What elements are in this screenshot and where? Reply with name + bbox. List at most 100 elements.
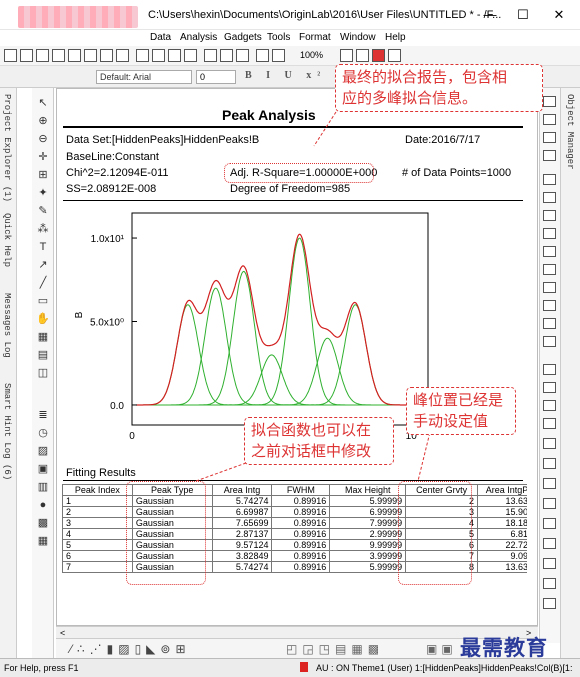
colormap-icon[interactable]: ▨ [36, 444, 50, 458]
marker-icon[interactable] [543, 558, 556, 569]
rescale-icon[interactable] [543, 114, 556, 125]
layer-icon[interactable] [543, 96, 556, 107]
status-flag-icon [300, 662, 308, 672]
line-tool-icon[interactable]: ╱ [36, 276, 50, 290]
merge-icon[interactable] [543, 174, 556, 185]
draw-data-icon[interactable]: ✎ [36, 204, 50, 218]
tab-quick-help[interactable]: Quick Help [2, 213, 12, 267]
minimize-button[interactable]: — [475, 6, 505, 24]
copy-format-icon[interactable] [543, 438, 556, 449]
same-width-icon[interactable] [543, 336, 556, 347]
open-icon[interactable] [136, 49, 149, 62]
scroll-left-icon[interactable]: < [60, 628, 65, 638]
slide-icon[interactable] [543, 518, 556, 529]
add-layer-icon[interactable]: ◫ [36, 366, 50, 380]
fit-function-annotation: 拟合函数也可以在 之前对话框中修改 [244, 417, 394, 465]
align-left-icon[interactable] [543, 246, 556, 257]
menu-window[interactable]: Window [340, 32, 376, 43]
plot-misc-icons[interactable]: ▣▣ [426, 642, 457, 656]
image-icon[interactable]: ▩ [36, 516, 50, 530]
save-icon[interactable] [168, 49, 181, 62]
image-export-icon[interactable] [543, 598, 556, 609]
font-size-select[interactable]: 0 [196, 70, 236, 84]
tab-smart-hint-log[interactable]: Smart Hint Log (6) [2, 383, 12, 480]
data-reader-icon[interactable]: ⊞ [36, 168, 50, 182]
settings-icon[interactable] [543, 132, 556, 143]
paste-format-icon[interactable] [543, 458, 556, 469]
close-button[interactable]: ✕ [544, 6, 574, 24]
graph-toolbar [539, 88, 560, 643]
menu-analysis[interactable]: Analysis [180, 32, 217, 43]
menu-tools[interactable]: Tools [267, 32, 290, 43]
data-selector-icon[interactable]: ✦ [36, 186, 50, 200]
code-builder-icon[interactable] [388, 49, 401, 62]
inset-icon[interactable] [543, 538, 556, 549]
open-template-icon[interactable] [152, 49, 165, 62]
align-bottom-icon[interactable] [543, 300, 556, 311]
front-icon[interactable] [543, 364, 556, 375]
distribute-icon[interactable] [543, 318, 556, 329]
batch-icon[interactable] [272, 49, 285, 62]
zoom-out-icon[interactable]: ⊖ [36, 132, 50, 146]
maximize-button[interactable]: ☐ [508, 6, 538, 24]
group-icon[interactable] [543, 400, 556, 411]
panel-icon[interactable] [543, 228, 556, 239]
save-template-icon[interactable] [184, 49, 197, 62]
new-notes-icon[interactable] [100, 49, 113, 62]
sheet-icon[interactable]: ▥ [36, 480, 50, 494]
new-project-icon[interactable] [4, 49, 17, 62]
tab-messages-log[interactable]: Messages Log [2, 293, 12, 358]
hand-icon[interactable]: ✋ [36, 312, 50, 326]
grid-icon[interactable] [543, 210, 556, 221]
tab-object-manager[interactable]: Object Manager [565, 94, 575, 170]
export-icon[interactable] [356, 49, 369, 62]
zoom-level[interactable]: 100% [300, 50, 323, 60]
equation-icon[interactable]: ▣ [36, 462, 50, 476]
rectangle-tool-icon[interactable]: ▭ [36, 294, 50, 308]
pointer-icon[interactable]: ↖ [36, 96, 50, 110]
menu-help[interactable]: Help [385, 32, 406, 43]
arrange-icon[interactable] [543, 192, 556, 203]
screen-reader-icon[interactable]: ✛ [36, 150, 50, 164]
plot-3d-icons[interactable]: ◰◲◳▤▦▩ [286, 642, 384, 656]
pen-icon[interactable] [543, 150, 556, 161]
text-tool-icon[interactable]: T [36, 240, 50, 254]
new-excel-icon[interactable] [116, 49, 129, 62]
import-icon[interactable] [204, 49, 217, 62]
status-help-text: For Help, press F1 [4, 663, 79, 673]
recalculate-icon[interactable] [256, 49, 269, 62]
new-matrix-icon[interactable] [52, 49, 65, 62]
align-top-icon[interactable] [543, 282, 556, 293]
import-wizard-icon[interactable] [236, 49, 249, 62]
timer-icon[interactable]: ◷ [36, 426, 50, 440]
record-icon[interactable]: ● [36, 498, 50, 512]
print-icon[interactable] [340, 49, 353, 62]
region-mask-icon[interactable]: ⁂ [36, 222, 50, 236]
menu-data[interactable]: Data [150, 32, 171, 43]
font-select[interactable]: Default: Arial [96, 70, 192, 84]
new-graph-icon[interactable] [36, 49, 49, 62]
menu-gadgets[interactable]: Gadgets [224, 32, 262, 43]
new-workbook-icon[interactable] [20, 49, 33, 62]
report-annotation-line2: 应的多峰拟合信息。 [342, 90, 478, 107]
zoom-icon[interactable]: ⊕ [36, 114, 50, 128]
new-layout-icon[interactable] [84, 49, 97, 62]
origin-icon[interactable] [372, 49, 385, 62]
table-icon[interactable]: ▦ [36, 534, 50, 548]
import-single-icon[interactable] [220, 49, 233, 62]
peak-position-annotation-line1: 峰位置已经是 [413, 392, 504, 409]
export-page-icon[interactable] [543, 498, 556, 509]
align-right-icon[interactable] [543, 264, 556, 275]
add-table-icon[interactable]: ▦ [36, 330, 50, 344]
add-graph-icon[interactable]: ▤ [36, 348, 50, 362]
layout-icon[interactable] [543, 578, 556, 589]
tab-project-explorer[interactable]: Project Explorer (1) [2, 94, 12, 202]
ungroup-icon[interactable] [543, 418, 556, 429]
legend-icon[interactable]: ≣ [36, 408, 50, 422]
plot-type-icons[interactable]: ⁄∴⋰▮▨▯◣⊚⊞ [70, 642, 191, 656]
duplicate-icon[interactable] [543, 478, 556, 489]
menu-format[interactable]: Format [299, 32, 331, 43]
back-icon[interactable] [543, 382, 556, 393]
new-function-icon[interactable] [68, 49, 81, 62]
arrow-tool-icon[interactable]: ↗ [36, 258, 50, 272]
